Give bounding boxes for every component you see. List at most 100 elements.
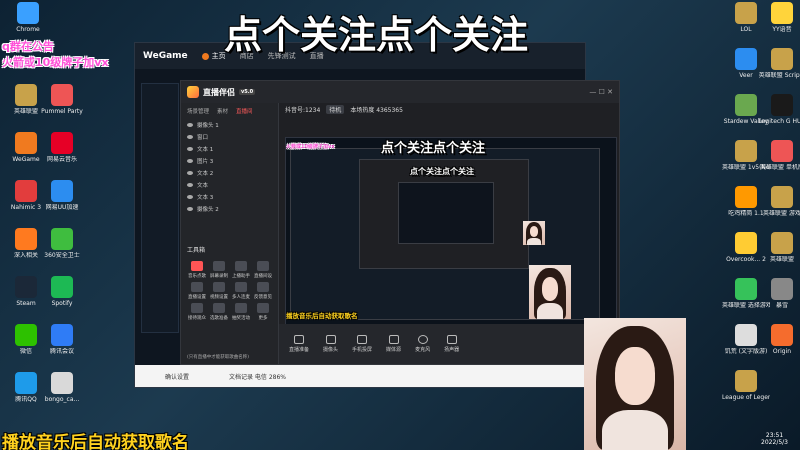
desktop-icon-label: 暴雪 [775,302,788,309]
desktop-icon[interactable]: Logitech G HUB [758,94,800,125]
phone-icon [357,335,368,344]
eye-icon[interactable] [187,171,193,175]
speaker-icon [446,335,457,344]
wegame-icon [15,132,37,154]
microphone-button[interactable]: 麦克风 [415,335,430,353]
version-badge: v5.0 [239,89,256,95]
eye-icon[interactable] [187,195,193,199]
screen-cast-button[interactable]: 手机投屏 [352,335,372,353]
live-companion-window[interactable]: 直播伴侣 v5.0 — ☐ ✕ 场景管理 素材 直播间 摄像头 1 窗口 文本 1 图… [180,80,620,365]
play-icon [388,335,399,344]
clock-time: 23:51 [765,432,784,439]
desktop-icon[interactable]: YY语音 [758,2,800,33]
window-controls[interactable]: — ☐ ✕ [589,88,613,96]
microphone-icon [417,335,428,344]
scene-label: 窗口 [197,135,209,141]
toolbox-item[interactable]: 直播间设 [253,261,273,279]
desktop-icon[interactable]: Chrome [4,2,52,33]
desktop-icon[interactable]: 360安全卫士 [38,228,86,259]
desktop-icon[interactable]: 英雄联盟 Scripts [758,48,800,79]
desktop-icon[interactable]: League of Legends [722,370,770,401]
lol-icon [15,84,37,106]
taskbar-clock[interactable]: 23:51 2022/5/3 [761,432,788,446]
app-icon [15,228,37,250]
toolbox-item[interactable]: 选歌准备 [209,303,229,321]
scene-item[interactable]: 摄像头 1 [181,119,278,131]
live-prep-button[interactable]: 直播准备 [289,335,309,353]
tab-live-room[interactable]: 直播间 [236,107,253,115]
tool-icon [257,261,269,271]
eye-icon[interactable] [187,183,193,187]
desktop-icon-label: League of Legends [722,394,770,401]
scene-list: 摄像头 1 窗口文本 1 图片 3 文本 2 文本文本 3 摄像头 2 [181,119,278,215]
eye-icon[interactable] [187,123,193,127]
button-label: 摄像头 [323,347,339,353]
desktop-icon-label: Spotify [51,300,73,307]
toolbox-item-label: 反馈意见 [254,295,272,300]
desktop-icon[interactable]: 网易云音乐 [38,132,86,163]
desktop-icon[interactable]: 暴雪 [758,278,800,309]
desktop-icon-label: YY语音 [772,26,792,33]
yy-icon [771,2,793,24]
wegame-footer-left[interactable]: 确认设置 [165,372,189,381]
desktop-icon[interactable]: Pummel Party [38,84,86,115]
toolbox-item[interactable]: 上播助手 [231,261,251,279]
media-source-button[interactable]: 媒体源 [386,335,401,353]
eye-icon[interactable] [187,147,193,151]
desktop-icon[interactable]: Origin [758,324,800,355]
toolbox-item[interactable]: 视频设置 [209,282,229,300]
tab-material[interactable]: 素材 [217,107,228,115]
camera-button[interactable]: 摄像头 [323,335,338,353]
toolbox-item[interactable]: 抽奖活动 [231,303,251,321]
tab-scene-manage[interactable]: 场景管理 [187,107,209,115]
shield-icon [51,228,73,250]
scene-label: 文本 2 [197,171,214,177]
toolbox-item-label: 选歌准备 [210,316,228,321]
scene-item[interactable]: 文本 [181,179,278,191]
scene-label: 文本 [197,183,209,189]
eye-icon[interactable] [187,135,193,139]
desktop-icon[interactable]: 腾讯会议 [38,324,86,355]
scene-item[interactable]: 文本 3 [181,191,278,203]
scene-item[interactable]: 图片 3 [181,155,278,167]
desktop-icon[interactable]: 英雄联盟 游戏 [758,186,800,217]
home-icon [201,52,209,60]
scene-item[interactable]: 文本 1 [181,143,278,155]
stardew-icon [735,94,757,116]
desktop-icon[interactable]: 英雄联盟 [758,232,800,263]
toolbox-item[interactable]: 更多 [253,303,273,321]
room-status-badge: 待机 [326,105,345,114]
toolbox-grid: 音乐点歌 屏幕录制 上播助手 直播间设直播设置 视频设置 多人连麦 反馈意见接待观众 选歌准备… [187,261,273,321]
toolbox-item[interactable]: 屏幕录制 [209,261,229,279]
steam-icon [15,276,37,298]
toolbox-item[interactable]: 音乐点歌 [187,261,207,279]
eye-icon[interactable] [187,207,193,211]
button-label: 扬声器 [444,347,460,353]
blizzard-icon [771,278,793,300]
desktop-icon[interactable]: bongo_ca... [38,372,86,403]
tab-home[interactable]: 主页 [201,51,226,61]
toolbox-item[interactable]: 多人连麦 [231,282,251,300]
scene-item[interactable]: 窗口 [181,131,278,143]
scene-label: 文本 1 [197,147,214,153]
wechat-icon [15,324,37,346]
desktop-icon[interactable]: 网易UU加速 [38,180,86,211]
tool-icon [257,282,269,292]
desktop-icon[interactable]: 英雄联盟 单机版 [758,140,800,171]
lol-icon [771,186,793,208]
wegame-footer-right: 文档记录 电信 286% [229,373,286,381]
scene-item[interactable]: 文本 2 [181,167,278,179]
eye-icon[interactable] [187,159,193,163]
toolbox-item[interactable]: 接待观众 [187,303,207,321]
party-icon [51,84,73,106]
tool-icon [191,282,203,292]
speaker-button[interactable]: 扬声器 [444,335,459,353]
nested-bottom-banner: 播放音乐后自动获取歌名 [286,312,358,320]
desktop-icon[interactable]: Spotify [38,276,86,307]
file-icon [51,372,73,394]
nahimic-icon [15,180,37,202]
desktop-icon-label: 网易云音乐 [46,156,77,163]
toolbox-item[interactable]: 反馈意见 [253,282,273,300]
scene-item[interactable]: 摄像头 2 [181,203,278,215]
toolbox-item[interactable]: 直播设置 [187,282,207,300]
